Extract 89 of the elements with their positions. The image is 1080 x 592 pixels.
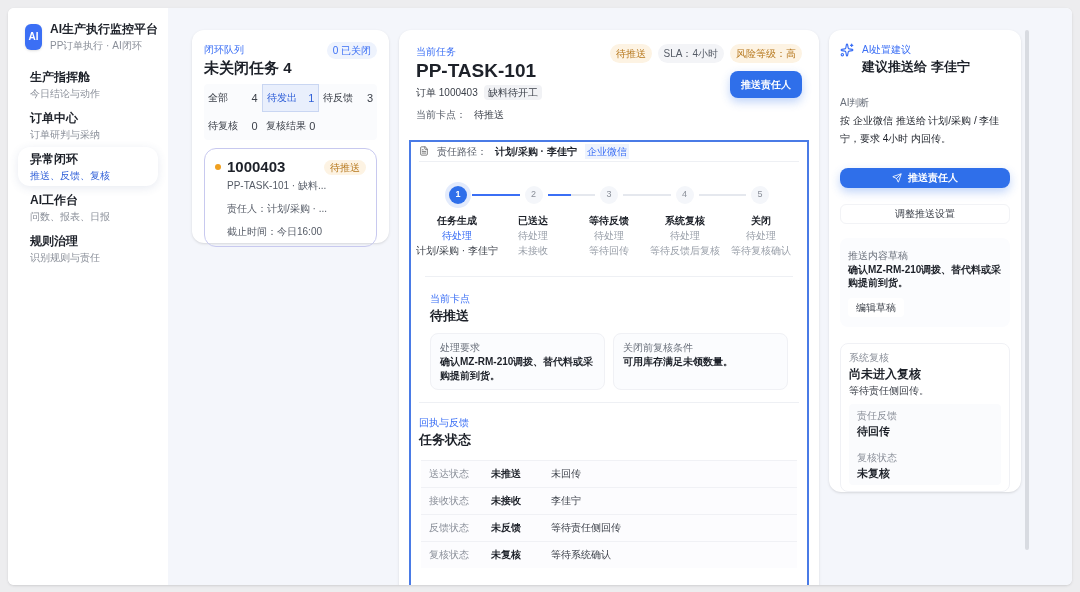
step-note: 等待反馈后复核 bbox=[650, 243, 720, 258]
section-label: 当前卡点 bbox=[430, 291, 471, 306]
advice-title: 建议推送给 李佳宁 bbox=[860, 58, 971, 76]
step-number: 3 bbox=[600, 185, 618, 204]
task-id: PP-TASK-101 bbox=[416, 59, 537, 83]
draft-card: 推送内容草稿 确认MZ-RM-210调拨、替代料或采购提前到货。 编辑草稿 bbox=[840, 237, 1010, 327]
checkpoint-value: 待推送 bbox=[474, 107, 504, 122]
step-note: 等待复核确认 bbox=[731, 243, 791, 258]
section-label: 闭环队列 bbox=[204, 43, 244, 57]
detail-label: 责任反馈 bbox=[857, 409, 898, 423]
settings-button[interactable]: 调整推送设置 bbox=[840, 203, 1010, 224]
row-label: 接收状态 bbox=[429, 494, 470, 509]
step-note: 未接收 bbox=[518, 243, 548, 258]
status-title: 任务状态 bbox=[419, 431, 472, 450]
status-badge: 待推送 bbox=[324, 159, 366, 175]
row-value: 未反馈 bbox=[491, 521, 522, 536]
sparkle-icon bbox=[840, 42, 854, 57]
logo: AI bbox=[25, 23, 42, 50]
section-label: 当前任务 bbox=[416, 45, 457, 59]
judgement-label: AI判断 bbox=[840, 95, 871, 110]
app-title: AI生产执行监控平台 bbox=[50, 21, 158, 38]
step-title: 关闭 bbox=[751, 213, 771, 228]
row-note: 等待系统确认 bbox=[551, 548, 611, 563]
row-label: 复核状态 bbox=[429, 548, 470, 563]
row-value: 未复核 bbox=[491, 548, 522, 563]
row-label: 反馈状态 bbox=[429, 521, 470, 536]
filter-tab[interactable]: 待复核 0 bbox=[204, 111, 262, 140]
filter-tab[interactable]: 全部 4 bbox=[204, 83, 262, 112]
closed-badge: 0 已关闭 bbox=[326, 42, 377, 59]
row-note: 李佳宁 bbox=[551, 494, 581, 509]
nav-item[interactable]: 异常闭环 推送、反馈、复核 bbox=[18, 147, 158, 186]
app-subtitle: PP订单执行 · AI闭环 bbox=[50, 39, 143, 53]
step-status: 待处理 bbox=[442, 228, 472, 243]
row-value: 未推送 bbox=[491, 467, 522, 482]
route-value: 计划/采购 · 李佳宁 bbox=[495, 144, 577, 159]
step-title: 任务生成 bbox=[437, 213, 477, 228]
queue-title: 未关闭任务 4 bbox=[204, 59, 293, 78]
step-title: 系统复核 bbox=[665, 213, 705, 228]
step-title: 等待反馈 bbox=[589, 213, 629, 228]
route-label: 责任路径： bbox=[437, 144, 487, 159]
row-note: 等待责任侧回传 bbox=[551, 521, 621, 536]
task-deadline: 截止时间：今日16:00 bbox=[226, 225, 324, 240]
edit-draft-button[interactable]: 编辑草稿 bbox=[848, 298, 904, 317]
step-number: 4 bbox=[675, 185, 694, 204]
judgement-text: 按 企业微信 推送给 计划/采购 / 李佳宁，要求 4小时 内回传。 bbox=[840, 113, 1001, 146]
task-owner: 责任人：计划/采购 · ... bbox=[226, 202, 328, 217]
row-value: 未接收 bbox=[491, 494, 522, 509]
status-badge: 待推送 bbox=[609, 44, 652, 63]
step-note: 等待回传 bbox=[589, 243, 629, 258]
checkpoint-title: 待推送 bbox=[430, 306, 470, 325]
step-number: 2 bbox=[524, 185, 543, 204]
row-note: 未回传 bbox=[551, 467, 581, 482]
nav-item[interactable]: AI工作台 问数、报表、日报 bbox=[18, 188, 158, 227]
info-card: 关闭前复核条件 可用库存满足未领数量。 bbox=[613, 333, 788, 391]
info-card: 处理要求 确认MZ-RM-210调拨、替代料或采购提前到货。 bbox=[430, 333, 605, 391]
step-title: 已送达 bbox=[518, 213, 548, 228]
step-status: 待处理 bbox=[518, 228, 548, 243]
status-badge: SLA：4小时 bbox=[657, 44, 724, 63]
filter-tab[interactable]: 复核结果 0 bbox=[261, 111, 320, 140]
task-card[interactable]: 1000403 待推送 PP-TASK-101 · 缺料... 责任人：计划/采购 · ... 截止时间：今日16:00 bbox=[204, 147, 377, 248]
checkpoint-label: 当前卡点： bbox=[416, 107, 466, 122]
push-button[interactable]: 推送责任人 bbox=[840, 167, 1010, 188]
channel-link[interactable]: 企业微信 bbox=[584, 143, 629, 159]
review-card: 系统复核 尚未进入复核 等待责任侧回传。 责任反馈 待回传 复核状态 未复核 bbox=[840, 343, 1010, 492]
step-status: 待处理 bbox=[670, 228, 700, 243]
detail-value: 未复核 bbox=[857, 465, 891, 481]
send-icon bbox=[892, 172, 902, 183]
order-label: 订单 1000403 bbox=[416, 85, 478, 100]
task-subtitle: PP-TASK-101 · 缺料... bbox=[226, 179, 328, 194]
document-icon bbox=[419, 146, 429, 157]
status-badge: 风险等级：高 bbox=[730, 44, 802, 63]
detail-label: 复核状态 bbox=[857, 450, 898, 465]
section-label: AI处置建议 bbox=[862, 43, 912, 57]
step-number: 5 bbox=[751, 185, 769, 204]
step-status: 待处理 bbox=[594, 228, 624, 243]
step-status: 待处理 bbox=[746, 228, 776, 243]
order-number: 1000403 bbox=[227, 156, 286, 177]
nav-item[interactable]: 生产指挥舱 今日结论与动作 bbox=[18, 65, 158, 104]
filter-tab[interactable]: 待反馈 3 bbox=[319, 83, 377, 112]
section-label: 回执与反馈 bbox=[419, 416, 470, 431]
step-note: 计划/采购 · 李佳宁 bbox=[416, 243, 498, 258]
tag: 缺料待开工 bbox=[483, 84, 542, 100]
nav-item[interactable]: 订单中心 订单研判与采纳 bbox=[18, 106, 158, 145]
detail-value: 待回传 bbox=[857, 424, 891, 439]
nav-item[interactable]: 规则治理 识别规则与责任 bbox=[18, 229, 158, 268]
push-button[interactable]: 推送责任人 bbox=[730, 71, 802, 98]
filter-tab[interactable]: 待发出 1 bbox=[261, 83, 320, 112]
row-label: 送达状态 bbox=[429, 467, 470, 482]
step-number: 1 bbox=[449, 185, 467, 204]
